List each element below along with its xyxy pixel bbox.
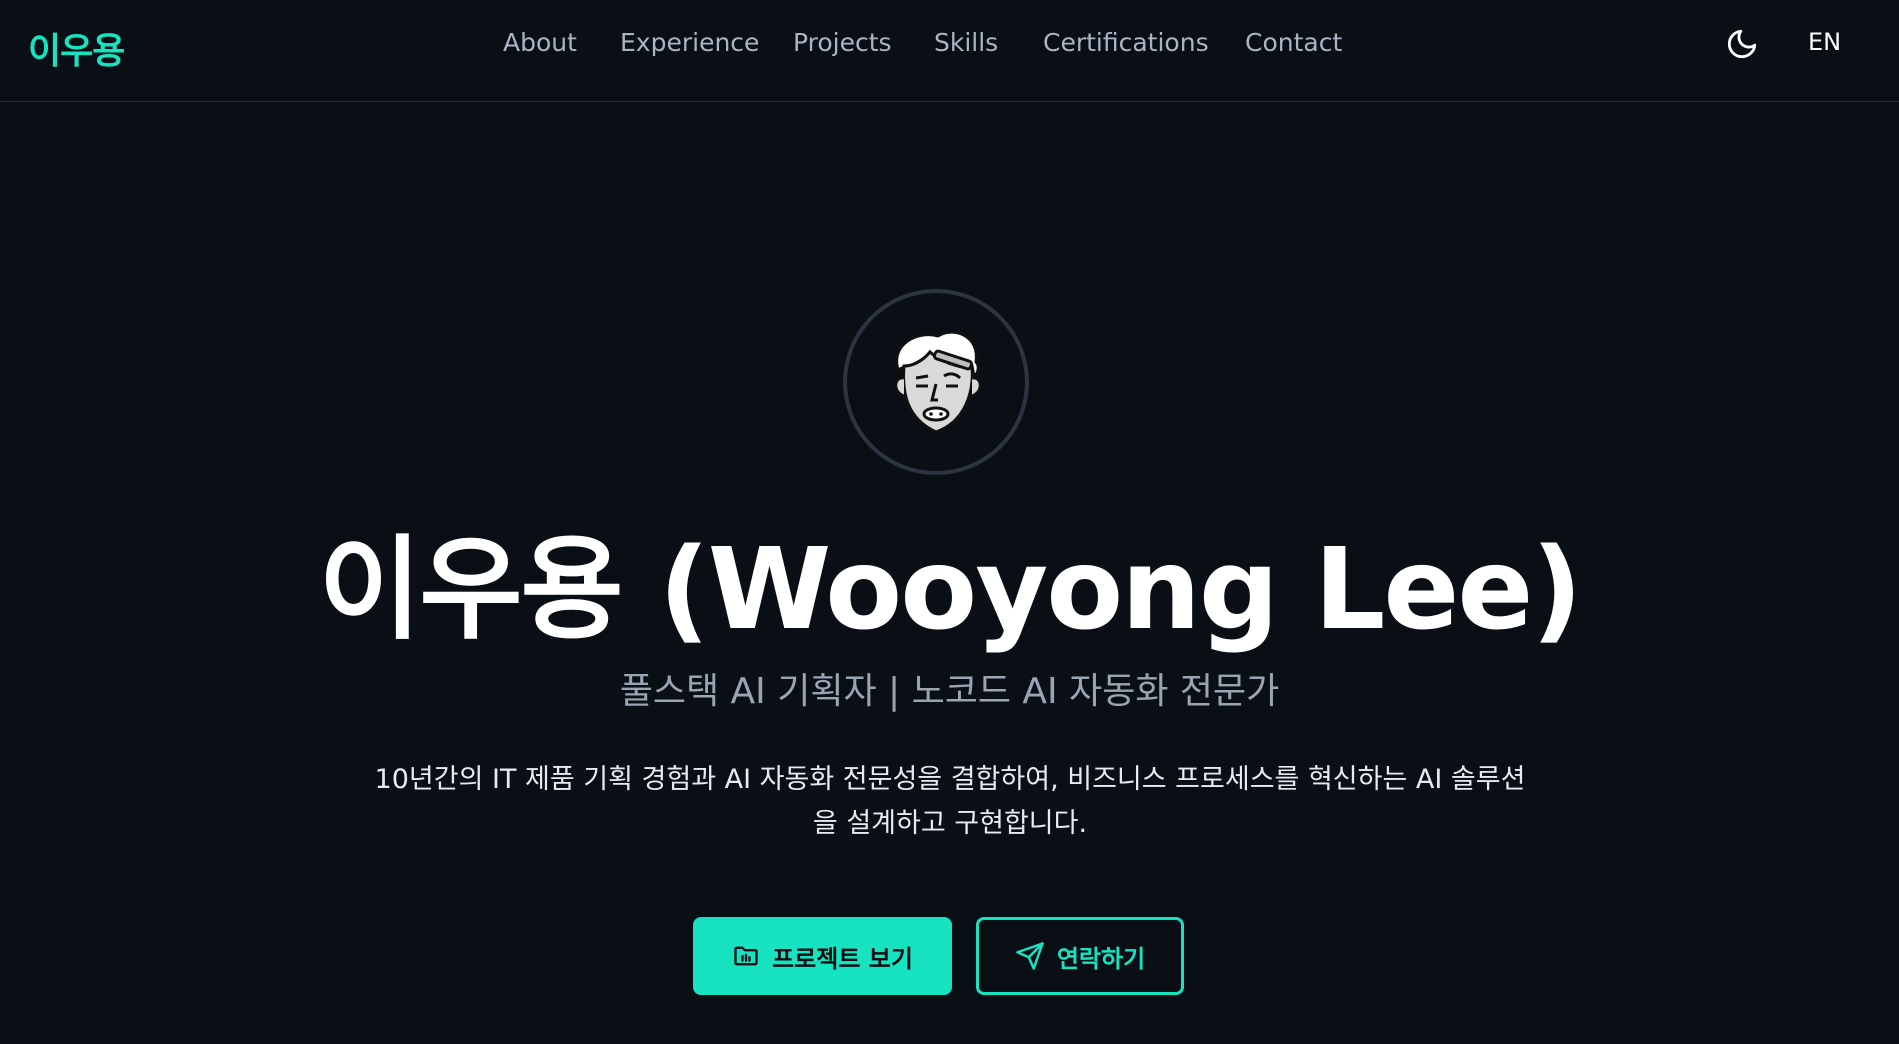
nav-link-experience[interactable]: Experience (620, 28, 759, 57)
hero-description-line1: 10년간의 IT 제품 기획 경험과 AI 자동화 전문성을 결합하여, 비즈니… (374, 764, 1526, 795)
view-projects-label: 프로젝트 보기 (772, 944, 913, 973)
cartoon-face-avatar-icon (894, 330, 982, 434)
theme-toggle-button[interactable] (1722, 24, 1762, 64)
main-nav: About Experience Projects Skills Certifi… (0, 0, 1899, 102)
nav-link-contact[interactable]: Contact (1245, 28, 1342, 57)
nav-link-projects[interactable]: Projects (793, 28, 892, 57)
view-projects-button[interactable]: 프로젝트 보기 (693, 917, 952, 995)
avatar (843, 289, 1029, 475)
site-header: 이우용 About Experience Projects Skills Cer… (0, 0, 1899, 102)
contact-label: 연락하기 (1056, 944, 1146, 973)
send-icon (1016, 942, 1044, 970)
hero-subtitle: 풀스택 AI 기획자 | 노코드 AI 자동화 전문가 (619, 671, 1280, 712)
nav-link-skills[interactable]: Skills (934, 28, 998, 57)
contact-button[interactable]: 연락하기 (976, 917, 1184, 995)
hero-title: 이우용 (Wooyong Lee) (318, 525, 1582, 655)
folder-icon (734, 946, 758, 966)
moon-icon (1727, 29, 1757, 59)
nav-link-about[interactable]: About (503, 28, 577, 57)
hero-description-line2: 을 설계하고 구현합니다. (812, 808, 1088, 839)
nav-link-certifications[interactable]: Certifications (1043, 28, 1209, 57)
hero-description: 10년간의 IT 제품 기획 경험과 AI 자동화 전문성을 결합하여, 비즈니… (360, 758, 1540, 846)
language-toggle[interactable]: EN (1808, 28, 1841, 56)
